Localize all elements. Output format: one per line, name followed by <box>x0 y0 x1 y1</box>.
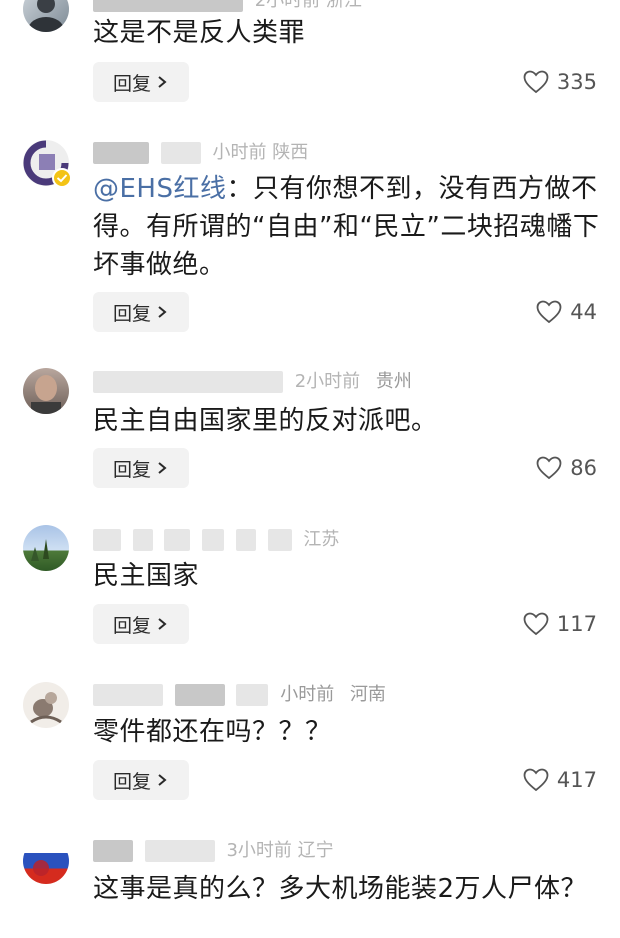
like-count: 335 <box>556 70 597 94</box>
reply-button[interactable]: 回复 <box>93 292 189 332</box>
comment-meta: 2小时前 浙江 <box>93 0 362 14</box>
redacted-username <box>93 371 283 393</box>
redacted-username <box>93 684 163 706</box>
comment-body: 民主自由国家里的反对派吧。 <box>93 406 438 436</box>
comment-meta: 小时前 河南 <box>93 682 386 708</box>
avatar[interactable] <box>23 838 69 884</box>
avatar-image-icon <box>33 860 49 876</box>
chevron-right-icon <box>158 76 167 88</box>
redacted-username <box>93 142 149 164</box>
avatar[interactable] <box>23 368 69 414</box>
redacted-username <box>144 840 215 862</box>
avatar-image-icon <box>30 692 62 724</box>
verified-badge-icon <box>52 168 72 188</box>
comment-location: 贵州 <box>375 371 412 392</box>
like-button[interactable]: 117 <box>523 609 597 639</box>
comment-body: 这是不是反人类罪 <box>93 18 306 48</box>
like-button[interactable]: 417 <box>523 765 597 795</box>
chevron-right-icon <box>158 618 167 630</box>
comment-text: @EHS红线：只有你想不到，没有西方做不得。有所谓的“自由”和“民立”二块招魂幡… <box>93 170 603 284</box>
avatar-image-icon <box>31 375 61 414</box>
comment-text: 这是不是反人类罪 <box>93 14 603 52</box>
redacted-username <box>174 684 225 706</box>
reply-label: 回复 <box>112 614 151 637</box>
reply-button[interactable]: 回复 <box>93 604 189 644</box>
reply-label: 回复 <box>112 72 151 95</box>
comment-meta: 江苏 <box>93 527 339 553</box>
reply-button[interactable]: 回复 <box>93 448 189 488</box>
redacted-username <box>132 529 153 551</box>
comment-location: 江苏 <box>303 529 340 550</box>
comment-text: 这事是真的么？多大机场能装2万人尸体？ <box>93 870 603 908</box>
comment-meta: 2小时前 贵州 <box>93 369 412 395</box>
like-button[interactable]: 86 <box>536 453 597 483</box>
like-count: 86 <box>570 456 597 480</box>
comment-time: 小时前 <box>280 684 335 705</box>
heart-outline-icon <box>523 612 549 636</box>
reply-button[interactable]: 回复 <box>93 62 189 102</box>
redacted-username <box>267 529 292 551</box>
comment-time: 2小时前 <box>294 371 361 392</box>
redacted-username <box>202 529 225 551</box>
comment-meta: 小时前 陕西 <box>93 140 308 166</box>
redacted-username <box>93 529 121 551</box>
heart-outline-icon <box>523 70 549 94</box>
like-count: 117 <box>556 612 597 636</box>
avatar[interactable] <box>23 682 69 728</box>
heart-outline-icon <box>536 456 562 480</box>
comment-body: 这事是真的么？多大机场能装2万人尸体？ <box>93 874 588 904</box>
heart-outline-icon <box>536 300 562 324</box>
reply-button[interactable]: 回复 <box>93 760 189 800</box>
heart-outline-icon <box>523 768 549 792</box>
comment-time-location: 3小时前 辽宁 <box>226 840 334 861</box>
avatar[interactable] <box>23 0 69 32</box>
mention-link[interactable]: @EHS红线 <box>93 174 226 204</box>
comment-body: 民主国家 <box>93 561 200 591</box>
comment-text: 民主国家 <box>93 557 603 595</box>
reply-label: 回复 <box>112 770 151 793</box>
redacted-username <box>235 529 256 551</box>
comment-time-location: 小时前 陕西 <box>212 142 309 163</box>
reply-label: 回复 <box>112 458 151 481</box>
comment-time-location: 2小时前 浙江 <box>254 0 362 11</box>
avatar-image-icon <box>28 0 64 32</box>
redacted-username <box>236 684 269 706</box>
like-count: 417 <box>556 768 597 792</box>
comment-text: 民主自由国家里的反对派吧。 <box>93 402 603 440</box>
chevron-right-icon <box>158 774 167 786</box>
reply-label: 回复 <box>112 302 151 325</box>
chevron-right-icon <box>158 306 167 318</box>
redacted-username <box>160 142 201 164</box>
redacted-username <box>164 529 191 551</box>
comment-body: 零件都还在吗？？？ <box>93 717 332 747</box>
chevron-right-icon <box>158 462 167 474</box>
comment-location: 河南 <box>349 684 386 705</box>
redacted-username <box>93 0 243 12</box>
avatar[interactable] <box>23 525 69 571</box>
avatar-image-icon <box>31 539 49 561</box>
comment-text: 零件都还在吗？？？ <box>93 713 603 751</box>
like-button[interactable]: 335 <box>523 67 597 97</box>
like-count: 44 <box>570 300 597 324</box>
redacted-username <box>93 840 133 862</box>
like-button[interactable]: 44 <box>536 297 597 327</box>
comment-meta: 3小时前 辽宁 <box>93 838 334 864</box>
